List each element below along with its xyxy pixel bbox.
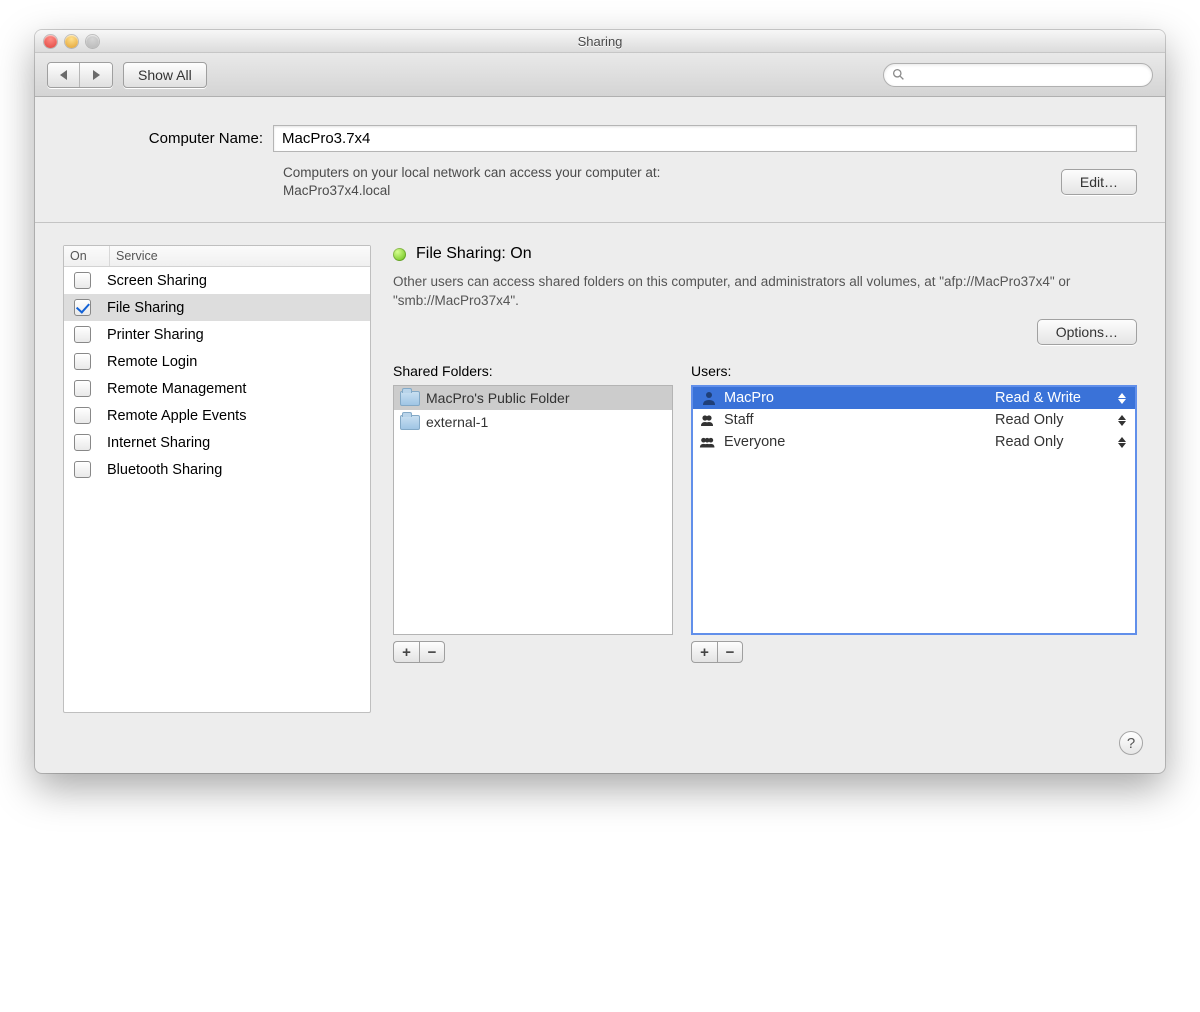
service-row[interactable]: Remote Apple Events (64, 402, 370, 429)
user-permission[interactable]: Read Only (995, 412, 1131, 428)
remove-folder-button[interactable]: − (419, 641, 445, 663)
toolbar: Show All (35, 53, 1165, 97)
add-folder-button[interactable]: + (393, 641, 419, 663)
service-label: Remote Login (107, 354, 197, 370)
folder-row[interactable]: external-1 (394, 410, 672, 434)
service-checkbox[interactable] (74, 326, 91, 343)
remove-user-button[interactable]: − (717, 641, 743, 663)
user-row[interactable]: EveryoneRead Only (693, 431, 1135, 453)
service-checkbox[interactable] (74, 299, 91, 316)
nav-segmented (47, 62, 113, 88)
service-row[interactable]: File Sharing (64, 294, 370, 321)
user-permission[interactable]: Read & Write (995, 390, 1131, 406)
service-checkbox[interactable] (74, 434, 91, 451)
computer-name-section: Computer Name: Computers on your local n… (35, 97, 1165, 223)
content: Computer Name: Computers on your local n… (35, 97, 1165, 773)
folder-name: external-1 (426, 414, 488, 430)
user-row[interactable]: StaffRead Only (693, 409, 1135, 431)
folder-name: MacPro's Public Folder (426, 390, 570, 406)
service-checkbox[interactable] (74, 353, 91, 370)
shared-folders-label: Shared Folders: (393, 363, 673, 379)
updown-icon (1117, 437, 1127, 448)
service-label: File Sharing (107, 300, 184, 316)
folder-row[interactable]: MacPro's Public Folder (394, 386, 672, 410)
search-icon (892, 68, 905, 81)
services-list: On Service Screen Sharing File Sharing Pri… (63, 245, 371, 713)
user-name: Everyone (724, 434, 995, 450)
users-label: Users: (691, 363, 1137, 379)
search-input[interactable] (909, 67, 1144, 82)
service-label: Bluetooth Sharing (107, 462, 222, 478)
user-name: Staff (724, 412, 995, 428)
chevron-left-icon (60, 70, 67, 80)
forward-button[interactable] (80, 63, 112, 87)
folder-icon (400, 415, 420, 430)
folder-icon (400, 391, 420, 406)
search-field[interactable] (883, 63, 1153, 87)
show-all-button[interactable]: Show All (123, 62, 207, 88)
users-list[interactable]: MacProRead & WriteStaffRead OnlyEveryone… (691, 385, 1137, 635)
options-button[interactable]: Options… (1037, 319, 1137, 345)
status-title: File Sharing: On (416, 245, 532, 263)
service-row[interactable]: Screen Sharing (64, 267, 370, 294)
service-checkbox[interactable] (74, 407, 91, 424)
service-checkbox[interactable] (74, 461, 91, 478)
service-label: Printer Sharing (107, 327, 204, 343)
user-name: MacPro (724, 390, 995, 406)
service-label: Screen Sharing (107, 273, 207, 289)
services-header: On Service (64, 246, 370, 267)
services-header-on: On (64, 246, 110, 266)
file-sharing-detail: File Sharing: On Other users can access … (393, 245, 1137, 713)
status-on-icon (393, 248, 406, 261)
computer-name-hint: Computers on your local network can acce… (283, 164, 1061, 200)
titlebar: Sharing (35, 30, 1165, 53)
group-icon (699, 413, 719, 427)
back-button[interactable] (48, 63, 80, 87)
computer-name-label: Computer Name: (63, 130, 273, 147)
user-permission[interactable]: Read Only (995, 434, 1131, 450)
service-row[interactable]: Bluetooth Sharing (64, 456, 370, 483)
shared-folders-list[interactable]: MacPro's Public Folder external-1 (393, 385, 673, 635)
service-row[interactable]: Remote Login (64, 348, 370, 375)
service-row[interactable]: Remote Management (64, 375, 370, 402)
service-label: Remote Apple Events (107, 408, 246, 424)
window-title: Sharing (35, 34, 1165, 49)
status-description: Other users can access shared folders on… (393, 273, 1137, 311)
computer-name-input[interactable] (273, 125, 1137, 152)
updown-icon (1117, 393, 1127, 404)
person-icon (699, 390, 719, 406)
chevron-right-icon (93, 70, 100, 80)
updown-icon (1117, 415, 1127, 426)
group-icon (699, 435, 719, 449)
service-row[interactable]: Internet Sharing (64, 429, 370, 456)
add-user-button[interactable]: + (691, 641, 717, 663)
service-checkbox[interactable] (74, 380, 91, 397)
service-checkbox[interactable] (74, 272, 91, 289)
edit-button[interactable]: Edit… (1061, 169, 1137, 195)
service-row[interactable]: Printer Sharing (64, 321, 370, 348)
help-button[interactable]: ? (1119, 731, 1143, 755)
main-section: On Service Screen Sharing File Sharing Pri… (35, 223, 1165, 713)
service-label: Remote Management (107, 381, 246, 397)
user-row[interactable]: MacProRead & Write (693, 387, 1135, 409)
services-header-service: Service (110, 246, 370, 266)
service-label: Internet Sharing (107, 435, 210, 451)
sharing-window: Sharing Show All Computer Name: Computer… (35, 30, 1165, 773)
